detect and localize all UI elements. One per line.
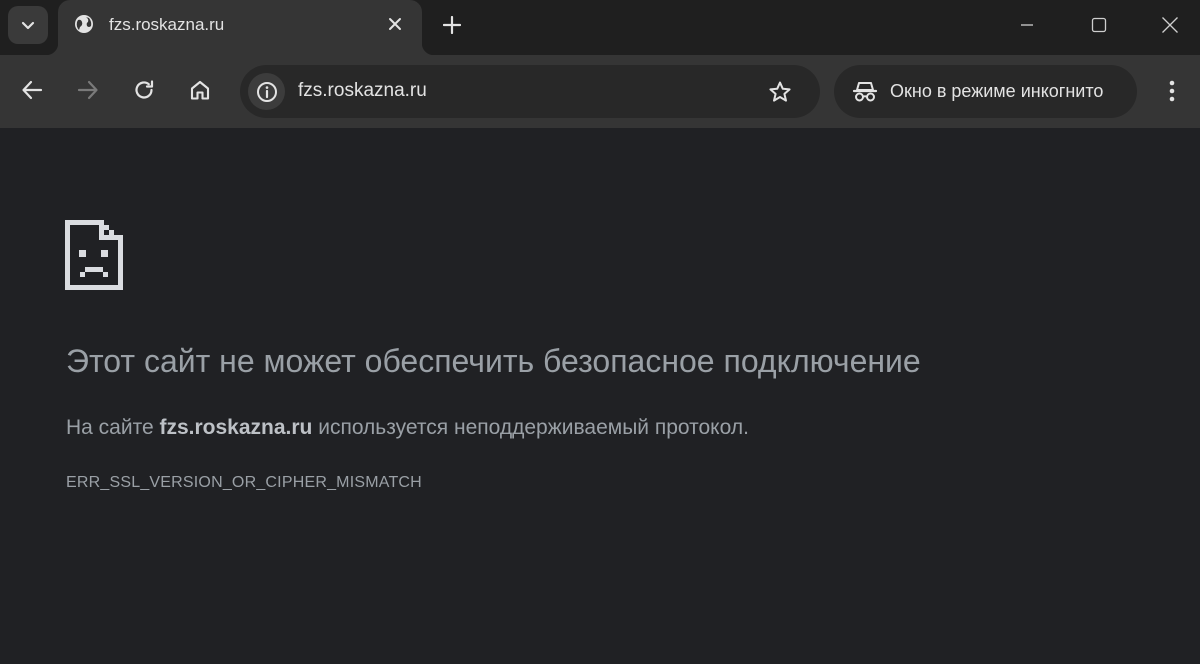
window-close-icon: [1162, 17, 1178, 33]
chevron-down-icon: [21, 21, 35, 30]
bookmark-button[interactable]: [767, 79, 793, 105]
tab-title: fzs.roskazna.ru: [109, 15, 225, 34]
new-tab-button[interactable]: [437, 10, 467, 40]
info-icon: [256, 81, 277, 102]
error-title: Этот сайт не может обеспечить безопасное…: [66, 343, 921, 379]
toolbar: fzs.roskazna.ru Окно в режиме инкогнито: [0, 55, 1200, 128]
home-icon: [190, 80, 210, 100]
error-description: На сайте fzs.roskazna.ru используется не…: [66, 416, 749, 440]
reload-button[interactable]: [126, 72, 162, 108]
incognito-chip[interactable]: Окно в режиме инкогнито: [834, 65, 1137, 118]
error-description-prefix: На сайте: [66, 416, 160, 439]
url-text[interactable]: fzs.roskazna.ru: [298, 80, 427, 102]
window-close-button[interactable]: [1155, 10, 1185, 40]
error-description-suffix: используется неподдерживаемый протокол.: [312, 416, 749, 439]
minimize-button[interactable]: [1012, 10, 1042, 40]
forward-button[interactable]: [70, 72, 106, 108]
maximize-icon: [1091, 17, 1107, 33]
sad-page-icon: [65, 220, 123, 290]
back-arrow-icon: [22, 80, 43, 100]
star-icon: [769, 81, 791, 102]
error-host: fzs.roskazna.ru: [159, 416, 313, 439]
active-tab[interactable]: fzs.roskazna.ru: [46, 0, 434, 55]
browser-menu-button[interactable]: [1158, 73, 1186, 109]
tab-search-button[interactable]: [8, 6, 48, 44]
tab-strip: fzs.roskazna.ru: [0, 0, 1200, 55]
error-code[interactable]: ERR_SSL_VERSION_OR_CIPHER_MISMATCH: [66, 474, 422, 492]
close-icon: [389, 18, 401, 30]
minimize-icon: [1021, 24, 1033, 26]
address-bar[interactable]: fzs.roskazna.ru: [240, 65, 820, 118]
incognito-label: Окно в режиме инкогнито: [890, 81, 1104, 101]
home-button[interactable]: [182, 72, 218, 108]
plus-icon: [443, 16, 461, 34]
back-button[interactable]: [14, 72, 50, 108]
globe-icon: [75, 15, 93, 33]
incognito-icon: [852, 82, 878, 102]
kebab-menu-icon: [1169, 80, 1175, 102]
site-info-button[interactable]: [248, 73, 285, 110]
error-page: Этот сайт не может обеспечить безопасное…: [0, 128, 1200, 664]
forward-arrow-icon: [77, 80, 98, 100]
reload-icon: [135, 80, 154, 99]
maximize-button[interactable]: [1084, 10, 1114, 40]
tab-close-button[interactable]: [384, 13, 406, 35]
